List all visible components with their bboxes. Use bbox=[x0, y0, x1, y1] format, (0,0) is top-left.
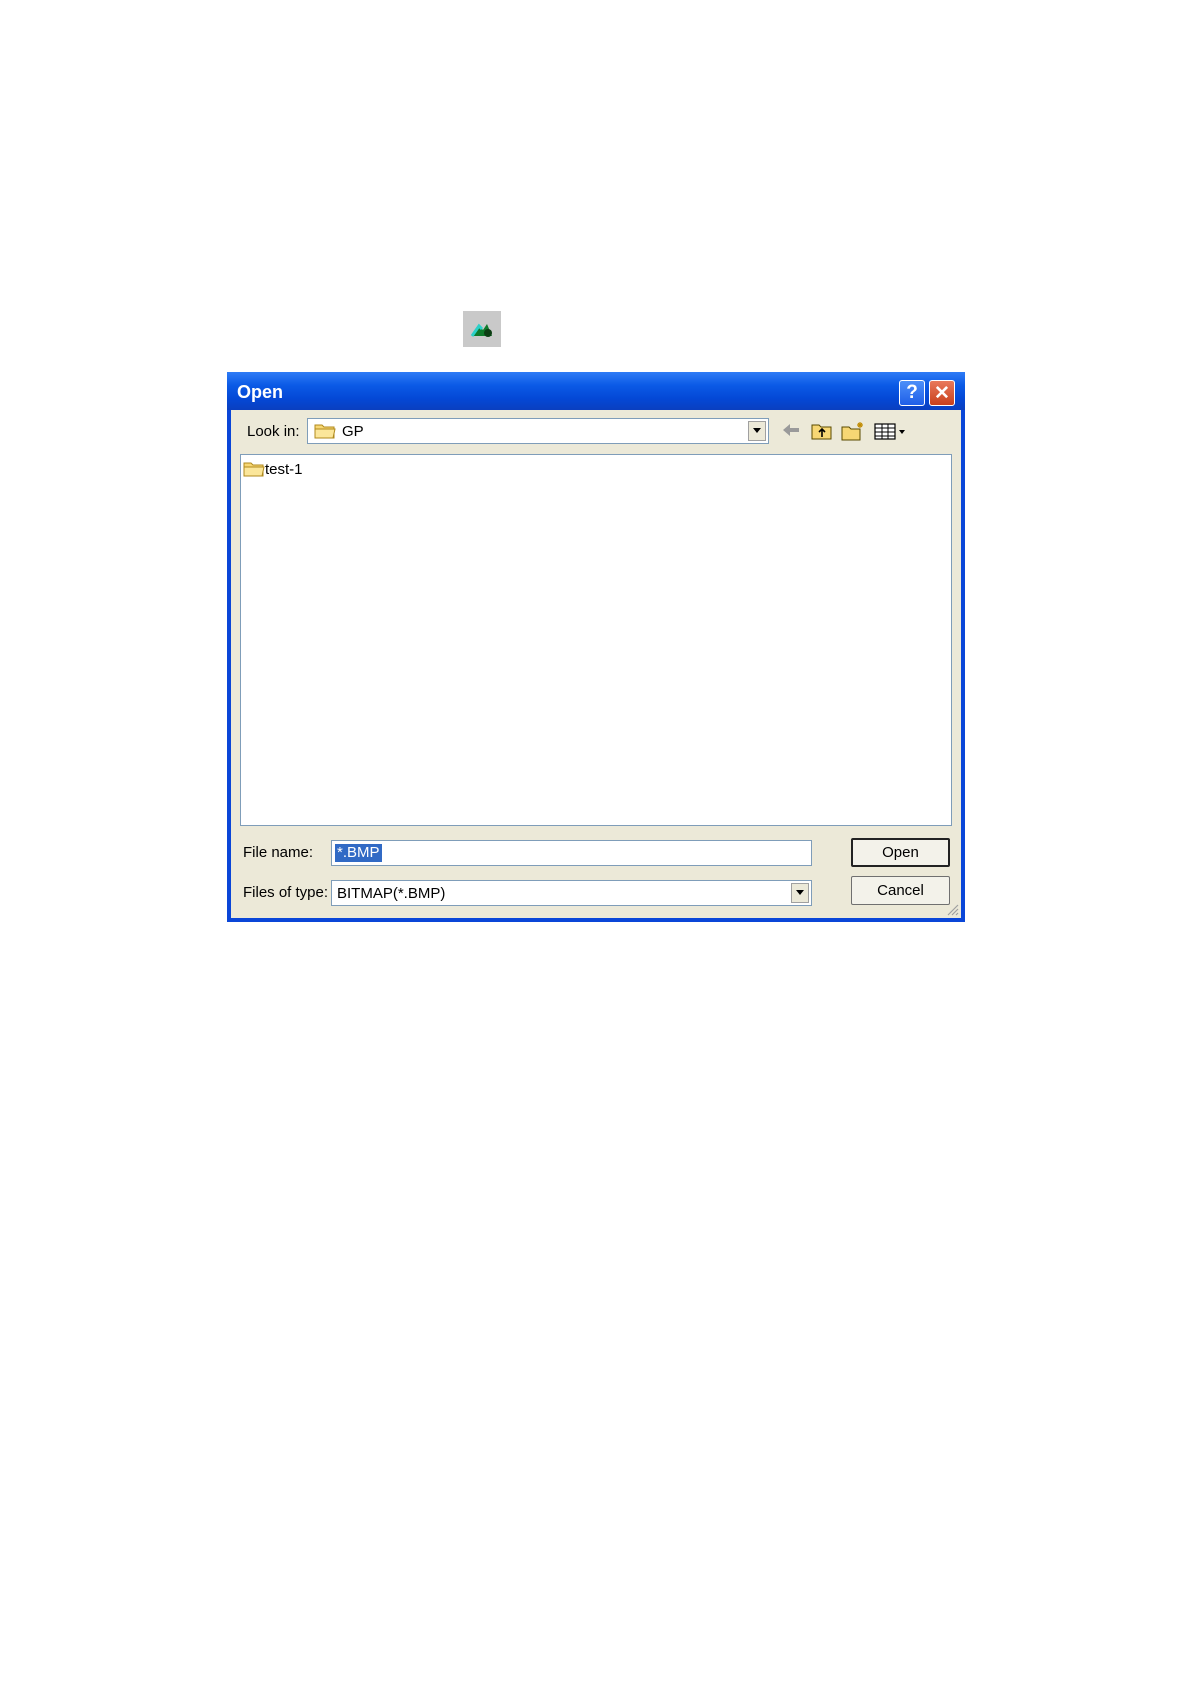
folder-icon bbox=[243, 462, 265, 477]
chevron-down-icon bbox=[796, 890, 804, 895]
file-list[interactable]: test-1 bbox=[240, 454, 952, 826]
filetype-label: Files of type: bbox=[243, 884, 329, 901]
filetype-dropdown-arrow[interactable] bbox=[791, 883, 809, 903]
new-folder-icon[interactable] bbox=[841, 421, 865, 441]
folder-icon bbox=[314, 424, 336, 439]
dialog-client-area: Look in: GP test-1 File name: *.BMP File… bbox=[231, 410, 961, 918]
dialog-title: Open bbox=[237, 382, 284, 402]
open-image-tool-icon[interactable] bbox=[463, 311, 501, 347]
cancel-button-label: Cancel bbox=[877, 882, 924, 899]
filetype-value: BITMAP(*.BMP) bbox=[337, 885, 446, 902]
lookin-dropdown-arrow[interactable] bbox=[748, 421, 766, 441]
lookin-dropdown[interactable]: GP bbox=[307, 418, 769, 444]
chevron-down-icon bbox=[753, 428, 761, 433]
back-arrow-icon[interactable] bbox=[781, 421, 801, 439]
help-button[interactable]: ? bbox=[899, 380, 925, 406]
lookin-label: Look in: bbox=[247, 423, 300, 440]
list-item[interactable]: test-1 bbox=[243, 460, 303, 478]
file-item-label: test-1 bbox=[265, 460, 303, 478]
lookin-value: GP bbox=[342, 423, 364, 440]
filename-input[interactable]: *.BMP bbox=[331, 840, 812, 866]
title-bar: Open bbox=[227, 372, 965, 410]
filename-value: *.BMP bbox=[335, 844, 382, 862]
open-dialog: Open ? ✕ Look in: GP test-1 File name: *… bbox=[227, 372, 965, 922]
close-button[interactable]: ✕ bbox=[929, 380, 955, 406]
view-menu-icon[interactable] bbox=[874, 421, 908, 441]
cancel-button[interactable]: Cancel bbox=[851, 876, 950, 905]
open-button-label: Open bbox=[882, 844, 919, 861]
help-icon: ? bbox=[906, 382, 918, 403]
open-button[interactable]: Open bbox=[851, 838, 950, 867]
up-folder-icon[interactable] bbox=[811, 421, 833, 441]
resize-grip-icon[interactable] bbox=[945, 902, 959, 916]
close-icon: ✕ bbox=[934, 382, 950, 404]
filename-label: File name: bbox=[243, 844, 314, 861]
filetype-dropdown[interactable]: BITMAP(*.BMP) bbox=[331, 880, 812, 906]
